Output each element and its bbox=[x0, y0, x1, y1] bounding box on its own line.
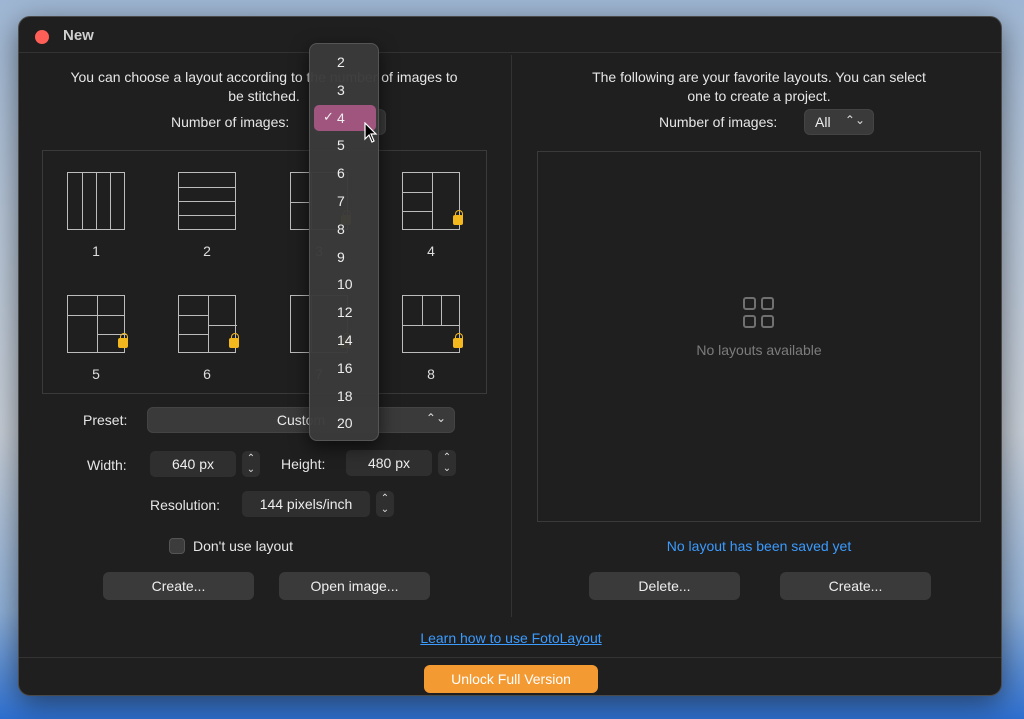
right-num-images-label: Number of images: bbox=[659, 114, 778, 130]
dont-use-layout-checkbox[interactable] bbox=[169, 538, 185, 554]
width-stepper[interactable]: ⌃ ⌄ bbox=[242, 451, 260, 477]
learn-how-link[interactable]: Learn how to use FotoLayout bbox=[19, 630, 1001, 646]
dropdown-option-label: 6 bbox=[337, 165, 345, 182]
height-field[interactable]: 480 px bbox=[346, 450, 432, 476]
dropdown-option-20[interactable]: 20 bbox=[314, 410, 376, 436]
dropdown-option-16[interactable]: 16 bbox=[314, 355, 376, 381]
dropdown-option-label: 12 bbox=[337, 304, 353, 321]
title-bar: New bbox=[19, 17, 1001, 53]
layout-option-2[interactable]: 2 bbox=[167, 167, 247, 277]
lock-icon bbox=[229, 333, 239, 348]
dropdown-option-18[interactable]: 18 bbox=[314, 383, 376, 409]
dont-use-layout-label: Don't use layout bbox=[193, 538, 293, 554]
layout-option-6[interactable]: 6 bbox=[167, 290, 247, 400]
new-window: New You can choose a layout according to… bbox=[18, 16, 1002, 696]
dropdown-option-label: 18 bbox=[337, 387, 353, 404]
favorite-layouts-box: No layouts available bbox=[537, 151, 981, 522]
chevron-updown-icon: ⌃⌄ bbox=[425, 411, 446, 425]
right-description-line-2: one to create a project. bbox=[687, 88, 831, 104]
layout-number: 6 bbox=[203, 366, 211, 382]
dropdown-option-14[interactable]: 14 bbox=[314, 327, 376, 353]
footer-separator bbox=[19, 657, 1001, 658]
dropdown-option-3[interactable]: 3 bbox=[314, 77, 376, 103]
layout-thumbnail bbox=[402, 172, 460, 230]
dropdown-option-8[interactable]: 8 bbox=[314, 216, 376, 242]
title-separator bbox=[19, 52, 1001, 53]
layout-grid: 1 2 3 4 bbox=[42, 150, 487, 394]
dropdown-option-label: 2 bbox=[337, 54, 345, 70]
height-label: Height: bbox=[281, 456, 326, 472]
dropdown-option-12[interactable]: 12 bbox=[314, 299, 376, 325]
layout-thumbnail bbox=[402, 295, 460, 353]
layout-option-8[interactable]: 8 bbox=[391, 290, 471, 400]
dropdown-option-label: 5 bbox=[337, 137, 345, 154]
left-description: You can choose a layout according to the… bbox=[70, 69, 458, 104]
height-stepper[interactable]: ⌃ ⌄ bbox=[438, 450, 456, 476]
grid-icon bbox=[743, 297, 775, 329]
layout-thumbnail bbox=[67, 295, 126, 353]
layout-number: 5 bbox=[92, 366, 100, 382]
dropdown-option-label: 10 bbox=[337, 276, 353, 293]
dropdown-option-label: 9 bbox=[337, 248, 345, 265]
num-images-dropdown-menu: 2 3 ✓ 4 5 6 7 8 9 10 12 14 16 18 20 bbox=[309, 43, 379, 441]
layout-thumbnail bbox=[178, 295, 237, 353]
right-num-images-popup[interactable]: All ⌃⌄ bbox=[804, 109, 874, 135]
dropdown-option-label: 7 bbox=[337, 193, 345, 209]
width-field[interactable]: 640 px bbox=[150, 451, 236, 477]
dropdown-option-label: 8 bbox=[337, 220, 345, 237]
empty-state-text: No layouts available bbox=[696, 342, 822, 358]
lock-icon bbox=[453, 210, 463, 225]
width-label: Width: bbox=[87, 457, 127, 473]
layout-number: 8 bbox=[427, 366, 435, 382]
layout-number: 4 bbox=[427, 243, 435, 259]
layout-thumbnail bbox=[178, 172, 236, 230]
unlock-full-version-button[interactable]: Unlock Full Version bbox=[424, 665, 598, 693]
dropdown-option-6[interactable]: 6 bbox=[314, 160, 376, 186]
layout-thumbnail bbox=[67, 172, 125, 230]
layout-number: 2 bbox=[203, 243, 211, 259]
dropdown-option-label: 16 bbox=[337, 359, 353, 376]
dropdown-option-label: 3 bbox=[337, 81, 345, 98]
dropdown-option-2[interactable]: 2 bbox=[314, 49, 376, 75]
dropdown-option-9[interactable]: 9 bbox=[314, 244, 376, 270]
right-description-line-1: The following are your favorite layouts.… bbox=[592, 69, 926, 85]
left-create-button[interactable]: Create... bbox=[103, 572, 254, 600]
dropdown-option-label: 4 bbox=[337, 109, 345, 126]
preset-popup[interactable]: Custom ⌃⌄ bbox=[147, 407, 455, 433]
layout-option-4[interactable]: 4 bbox=[391, 167, 471, 277]
right-create-button[interactable]: Create... bbox=[780, 572, 931, 600]
no-saved-layout-text: No layout has been saved yet bbox=[666, 538, 852, 554]
preset-label: Preset: bbox=[83, 412, 128, 428]
checkmark-icon: ✓ bbox=[323, 108, 334, 124]
dropdown-option-7[interactable]: 7 bbox=[314, 188, 376, 214]
layout-option-1[interactable]: 1 bbox=[56, 167, 136, 277]
close-window-button[interactable] bbox=[35, 30, 49, 44]
panel-divider bbox=[511, 55, 512, 617]
mouse-cursor-icon bbox=[364, 122, 378, 143]
layout-option-5[interactable]: 5 bbox=[56, 290, 136, 400]
lock-icon bbox=[118, 333, 128, 348]
dropdown-option-label: 14 bbox=[337, 332, 353, 348]
window-title: New bbox=[63, 27, 94, 44]
dropdown-option-label: 20 bbox=[337, 415, 353, 432]
right-num-images-value: All bbox=[815, 114, 831, 130]
resolution-field[interactable]: 144 pixels/inch bbox=[242, 491, 370, 517]
left-num-images-label: Number of images: bbox=[171, 114, 290, 130]
resolution-stepper[interactable]: ⌃ ⌄ bbox=[376, 491, 394, 517]
layout-number: 1 bbox=[92, 243, 100, 259]
open-image-button[interactable]: Open image... bbox=[279, 572, 430, 600]
resolution-label: Resolution: bbox=[150, 497, 221, 513]
lock-icon bbox=[453, 333, 463, 348]
dropdown-option-10[interactable]: 10 bbox=[314, 271, 376, 297]
delete-button[interactable]: Delete... bbox=[589, 572, 740, 600]
chevron-updown-icon: ⌃⌄ bbox=[844, 113, 865, 127]
